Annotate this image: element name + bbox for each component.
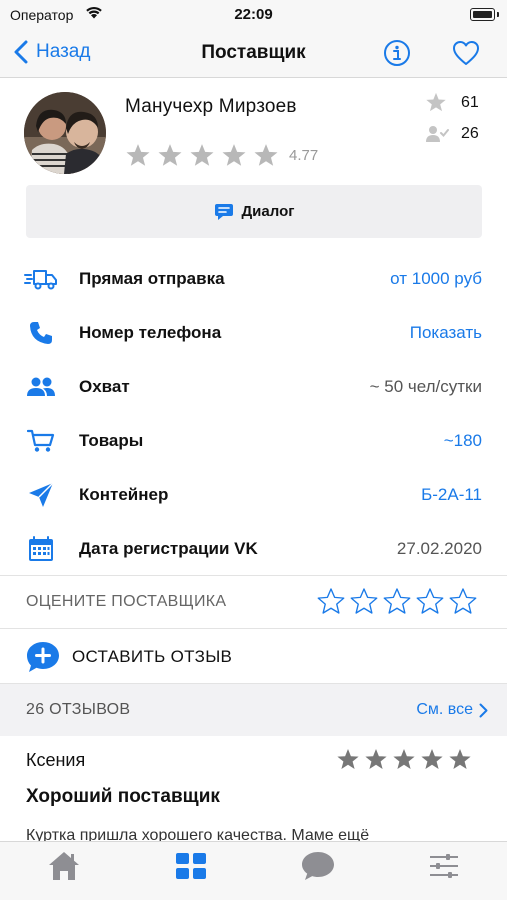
review-author: Ксения [26,750,86,770]
show-phone-link[interactable]: Показать [410,323,482,343]
rate-supplier-row: ОЦЕНИТЕ ПОСТАВЩИКА [0,576,507,628]
status-bar: Оператор 22:09 [0,0,507,30]
detail-value: ~ 50 чел/сутки [369,377,482,396]
chat-bubble-icon [302,852,334,880]
supplier-name: Манучехр Мирзоев [125,96,297,117]
cart-icon [24,428,58,454]
review-stars [336,748,472,771]
favorite-heart-icon[interactable] [452,40,480,71]
detail-value: 27.02.2020 [396,539,482,558]
detail-label: Дата регистрации VK [79,539,258,558]
tab-catalog[interactable] [173,848,209,884]
avatar[interactable] [24,92,106,174]
star-icon [365,749,387,769]
see-all-label: См. все [416,701,473,718]
star-icon [393,749,415,769]
review-title: Хороший поставщик [26,786,220,807]
back-button[interactable]: Назад [14,40,90,64]
star-icon [426,92,446,112]
detail-row-products[interactable]: Товары ~180 [0,414,507,468]
star-icon [158,144,182,166]
detail-value: ~180 [443,431,482,450]
message-icon [214,203,233,220]
rate-stars [316,587,478,616]
people-icon [24,374,58,400]
tab-bar [0,841,507,900]
detail-label: Охват [79,377,130,396]
star-icon [190,144,214,166]
chevron-right-icon [479,703,488,718]
calendar-icon [24,536,58,562]
home-icon [49,852,79,880]
star-icon [449,749,471,769]
paper-plane-icon [24,482,58,508]
star-icon [337,749,359,769]
favorites-count: 61 [461,93,479,111]
detail-row-container[interactable]: Контейнер Б-2А-11 [0,468,507,522]
reviews-count: 26 ОТЗЫВОВ [26,701,131,718]
back-label: Назад [36,41,91,62]
detail-value: от 1000 руб [390,269,482,288]
supplier-rating-stars: 4.77 [125,143,318,168]
see-all-link[interactable]: См. все [416,701,488,719]
star-icon [254,144,278,166]
star-outline-icon[interactable] [349,587,379,616]
leave-review-button[interactable]: ОСТАВИТЬ ОТЗЫВ [0,629,507,683]
navigation-bar: Назад Поставщик [0,30,507,78]
detail-label: Номер телефона [79,323,222,342]
clock: 22:09 [234,6,273,23]
tab-settings[interactable] [426,848,462,884]
star-outline-icon[interactable] [316,587,346,616]
star-icon [126,144,150,166]
grid-icon [176,853,206,879]
review-item[interactable]: Ксения Хороший поставщик Куртка пришла х… [0,737,507,841]
sliders-icon [430,854,458,878]
leave-review-label: ОСТАВИТЬ ОТЗЫВ [72,647,233,666]
favorites-stat: 61 [425,92,479,113]
tab-home[interactable] [46,848,82,884]
info-icon[interactable] [383,39,411,72]
detail-label: Прямая отправка [79,269,225,288]
plus-bubble-icon [26,641,60,678]
reviews-header: 26 ОТЗЫВОВ См. все [0,684,507,736]
supplier-profile: Манучехр Мирзоев 4.77 61 26 [0,79,507,183]
phone-icon [24,320,58,346]
rate-supplier-label: ОЦЕНИТЕ ПОСТАВЩИКА [26,593,227,610]
battery-icon [470,8,499,21]
chevron-left-icon [14,40,28,64]
subscribers-stat: 26 [425,124,479,144]
dialog-button-label: Диалог [241,203,295,220]
user-check-icon [426,126,449,142]
review-text: Куртка пришла хорошего качества. Маме ещ… [26,827,370,841]
detail-row-direct-shipping[interactable]: Прямая отправка от 1000 руб [0,252,507,306]
subscribers-count: 26 [461,125,479,142]
star-outline-icon[interactable] [448,587,478,616]
detail-row-phone[interactable]: Номер телефона Показать [0,306,507,360]
detail-row-reach: Охват ~ 50 чел/сутки [0,360,507,414]
detail-value: Б-2А-11 [421,485,482,504]
star-icon [421,749,443,769]
star-icon [222,144,246,166]
detail-label: Товары [79,431,144,450]
tab-messages[interactable] [300,848,336,884]
detail-label: Контейнер [79,485,169,504]
detail-row-registration-date: Дата регистрации VK 27.02.2020 [0,522,507,576]
rating-value: 4.77 [289,147,319,164]
dialog-button[interactable]: Диалог [26,185,482,238]
star-outline-icon[interactable] [382,587,412,616]
truck-icon [24,266,58,292]
star-outline-icon[interactable] [415,587,445,616]
